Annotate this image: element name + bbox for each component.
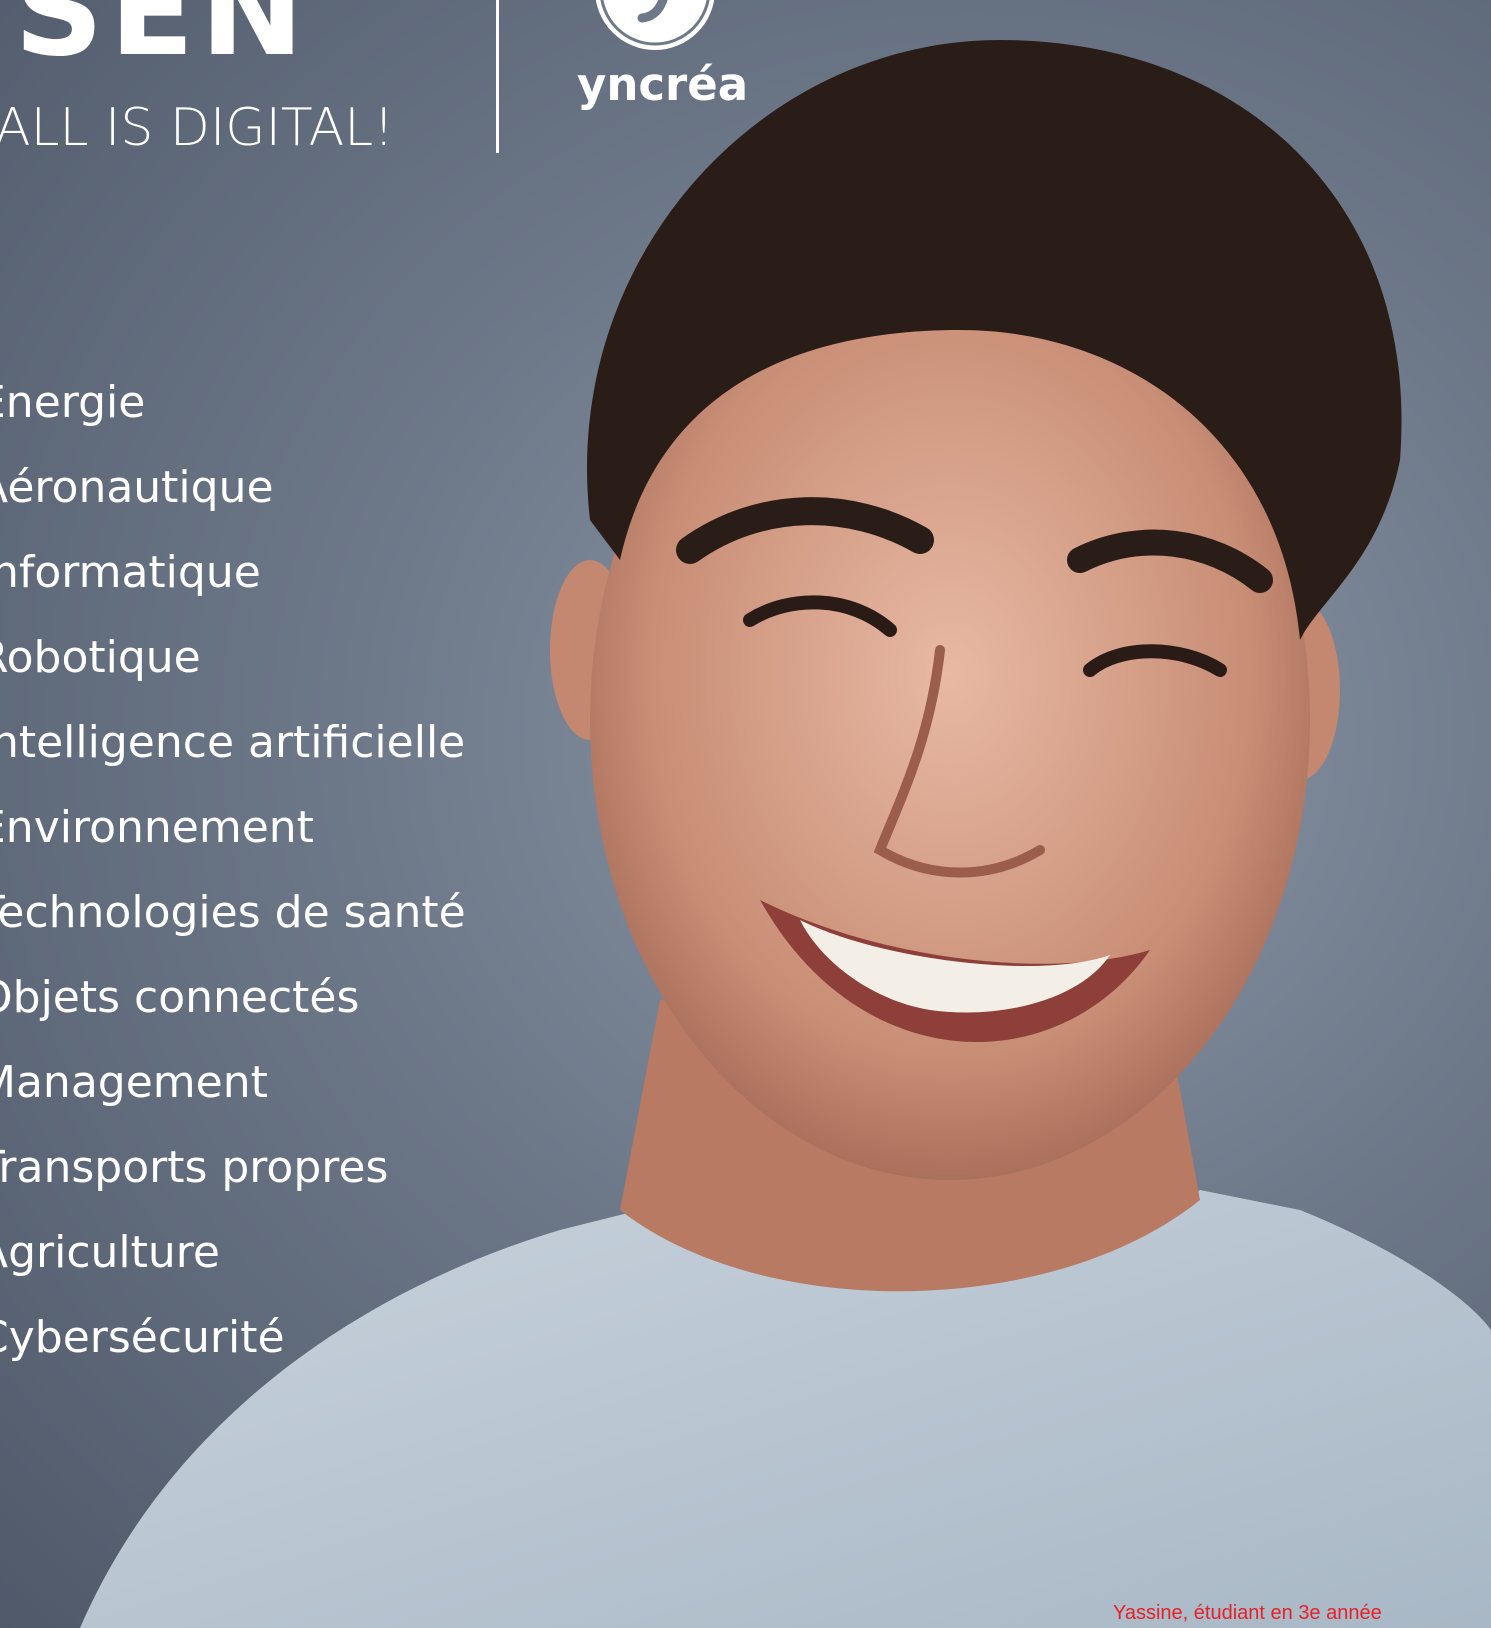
list-item: Technologies de santé (0, 887, 466, 938)
domains-list: Énergie Aéronautique Informatique Roboti… (0, 360, 466, 1380)
brand-header: ISEN ALL IS DIGITAL! yncréa (0, 0, 800, 170)
list-item: Robotique (0, 632, 201, 683)
list-item: Intelligence artificielle (0, 717, 466, 768)
list-item: Environnement (0, 802, 314, 853)
brand-tagline: ALL IS DIGITAL! (0, 98, 395, 158)
list-item: Agriculture (0, 1227, 220, 1278)
brand-title: ISEN (0, 0, 310, 84)
header-divider (496, 0, 499, 153)
list-item: Aéronautique (0, 462, 274, 513)
list-item: Informatique (0, 547, 261, 598)
list-item: Management (0, 1057, 268, 1108)
list-item: Transports propres (0, 1142, 389, 1193)
brochure-page: ISEN ALL IS DIGITAL! yncréa Énergie Aéro… (0, 0, 1491, 1628)
list-item: Énergie (0, 377, 146, 428)
yncrea-logo-icon (595, 0, 715, 50)
list-item: Cybersécurité (0, 1312, 285, 1363)
list-item: Objets connectés (0, 972, 360, 1023)
photo-caption: Yassine, étudiant en 3e année (1113, 1602, 1382, 1624)
logo-wordmark: yncréa (577, 58, 749, 111)
